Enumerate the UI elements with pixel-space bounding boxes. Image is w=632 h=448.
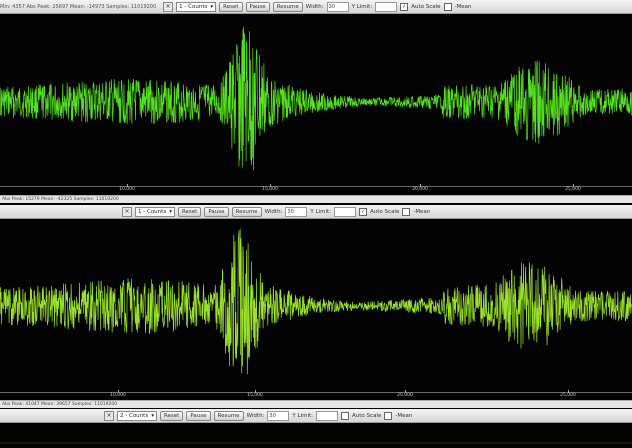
channel-select[interactable]: 1 - Counts ▾ — [176, 1, 217, 12]
width-label: Width: — [246, 412, 265, 419]
resume-button[interactable]: Resume — [213, 410, 244, 421]
ylimit-label: Y Limit: — [310, 208, 332, 215]
chevron-down-icon: ▾ — [169, 208, 172, 215]
seismic-waveform — [0, 228, 632, 375]
trace-toolbar-3: × 2 - Counts ▾ Reset Pause Resume Width: … — [0, 409, 632, 423]
time-axis-1: 10,000 15,000 20,000 25,000 — [0, 184, 632, 195]
close-icon[interactable]: × — [104, 410, 114, 421]
waveform-trace-1 — [0, 26, 632, 171]
close-icon[interactable]: × — [122, 206, 132, 217]
resume-button[interactable]: Resume — [231, 206, 262, 217]
chevron-down-icon: ▾ — [151, 412, 154, 419]
pause-button[interactable]: Pause — [245, 1, 270, 12]
ylimit-label: Y Limit: — [292, 412, 314, 419]
width-field[interactable]: 30 — [267, 410, 290, 421]
axis-tick: 25,000 — [560, 393, 576, 398]
mean-checkbox[interactable] — [384, 411, 393, 420]
reset-button[interactable]: Reset — [177, 206, 202, 217]
ylimit-field[interactable] — [316, 410, 339, 421]
ylimit-label: Y Limit: — [351, 3, 373, 10]
trace-stats: Min: 4357 Abs Peak: 25697 Mean: -14973 S… — [0, 3, 157, 10]
mean-label: -Mean — [395, 412, 413, 419]
autoscale-label: Auto Scale — [370, 208, 400, 215]
channel-select[interactable]: 2 - Counts ▾ — [117, 410, 157, 421]
trace-info-bar-3: Abs Peak: 41047 Mean: 39657 Samples: 110… — [0, 400, 632, 408]
width-label: Width: — [264, 208, 283, 215]
autoscale-label: Auto Scale — [352, 412, 382, 419]
axis-tick: 15,000 — [262, 187, 278, 192]
width-label: Width: — [305, 3, 324, 10]
autoscale-label: Auto Scale — [411, 3, 441, 10]
mean-checkbox[interactable] — [443, 2, 452, 11]
ylimit-field[interactable] — [334, 206, 357, 217]
waveform-trace-2 — [0, 228, 632, 375]
axis-tick: 10,000 — [119, 187, 135, 192]
trace-toolbar-2: × 1 - Counts ▾ Reset Pause Resume Width: … — [0, 205, 632, 219]
mean-label: -Mean — [413, 208, 431, 215]
width-field[interactable]: 30 — [326, 1, 349, 12]
mean-checkbox[interactable] — [402, 207, 411, 216]
axis-tick: 15,000 — [247, 393, 263, 398]
resume-button[interactable]: Resume — [272, 1, 303, 12]
reset-button[interactable]: Reset — [159, 410, 184, 421]
waveform-trace-3 — [0, 442, 632, 444]
pause-button[interactable]: Pause — [204, 206, 229, 217]
reset-button[interactable]: Reset — [219, 1, 243, 12]
seismic-waveform — [0, 26, 632, 171]
trace-toolbar-1: Min: 4357 Abs Peak: 25697 Mean: -14973 S… — [0, 0, 632, 14]
axis-tick: 10,000 — [110, 393, 126, 398]
mean-label: -Mean — [454, 3, 472, 10]
seismograph-screen: Min: 4357 Abs Peak: 25697 Mean: -14973 S… — [0, 0, 632, 448]
axis-tick: 20,000 — [412, 187, 428, 192]
trace-info-bar-2: Abs Peak: 15279 Mean: -42325 Samples: 11… — [0, 195, 632, 203]
axis-tick: 20,000 — [397, 393, 413, 398]
ylimit-field[interactable] — [375, 1, 398, 12]
width-field[interactable]: 30 — [285, 206, 308, 217]
channel-select[interactable]: 1 - Counts ▾ — [135, 206, 175, 217]
pause-button[interactable]: Pause — [186, 410, 211, 421]
autoscale-checkbox[interactable]: ✓ — [400, 2, 409, 11]
autoscale-checkbox[interactable] — [341, 411, 350, 420]
chevron-down-icon: ▾ — [210, 3, 214, 10]
autoscale-checkbox[interactable]: ✓ — [359, 207, 368, 216]
axis-tick: 25,000 — [565, 187, 581, 192]
close-icon[interactable]: × — [163, 1, 174, 12]
